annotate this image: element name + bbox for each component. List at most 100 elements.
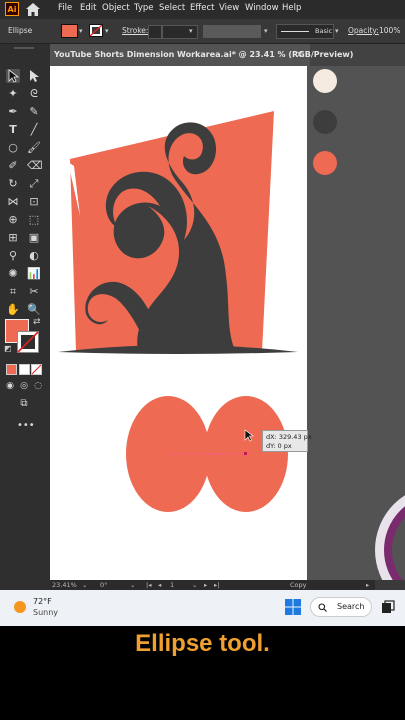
lasso-tool-icon[interactable]: ᘓ	[27, 87, 41, 101]
width-tool-icon[interactable]: ⋈	[6, 195, 20, 209]
edit-toolbar-icon[interactable]: •••	[17, 419, 35, 433]
search-label: Search	[337, 602, 365, 611]
menu-window[interactable]: Window	[245, 3, 279, 13]
graph-tool-icon[interactable]: 📊	[27, 267, 41, 281]
windows-start-icon[interactable]	[284, 598, 302, 616]
video-caption: Ellipse tool.	[135, 630, 270, 657]
opacity-label[interactable]: Opacity:	[348, 26, 379, 35]
color-mode-icon[interactable]	[6, 364, 17, 375]
panel-grip[interactable]	[14, 47, 34, 49]
home-icon[interactable]	[25, 2, 41, 17]
hand-tool-icon[interactable]: ✋	[6, 303, 20, 317]
direct-selection-tool-icon[interactable]	[27, 69, 41, 83]
stroke-weight-stepper[interactable]	[148, 25, 162, 39]
type-tool-icon[interactable]: T	[6, 123, 20, 137]
task-view-icon[interactable]	[381, 600, 395, 614]
weather-description[interactable]: Sunny	[33, 608, 58, 617]
menu-help[interactable]: Help	[282, 3, 301, 13]
blend-tool-icon[interactable]: ◐	[27, 249, 41, 263]
stroke-dropdown-icon[interactable]: ▾	[105, 28, 112, 35]
live-paint-tool-icon[interactable]: ⬚	[27, 213, 41, 227]
none-mode-icon[interactable]	[31, 364, 42, 375]
decorative-arc	[375, 495, 405, 580]
zoom-level[interactable]: 23.41%	[52, 580, 77, 590]
menu-effect[interactable]: Effect	[190, 3, 214, 13]
artboard[interactable]	[50, 66, 307, 580]
free-transform-tool-icon[interactable]: ⊡	[27, 195, 41, 209]
line-tool-icon[interactable]: ╱	[27, 123, 41, 137]
gradient-tool-icon[interactable]: ▣	[27, 231, 41, 245]
shaper-tool-icon[interactable]: ✐	[6, 159, 20, 173]
gradient-mode-icon[interactable]	[19, 364, 30, 375]
tools-panel: ✦ ᘓ ✒ ✎ T ╱ ○ 🖌 ✐ ⌫ ↻ ⤢ ⋈ ⊡ ⊕ ⬚ ⊞ ▣ ⚲ ◐ …	[0, 44, 50, 590]
selection-tool-icon[interactable]	[6, 69, 20, 83]
prev-artboard-icon[interactable]: ◂	[158, 580, 161, 590]
draw-normal-icon[interactable]: ◉	[3, 379, 17, 393]
opacity-value[interactable]: 100%	[379, 26, 400, 35]
paintbrush-tool-icon[interactable]: 🖌	[27, 141, 41, 155]
draw-behind-icon[interactable]: ◎	[17, 379, 31, 393]
swatch-cream[interactable]	[313, 69, 337, 93]
default-colors-icon[interactable]: ◩	[4, 344, 12, 353]
menu-select[interactable]: Select	[159, 3, 185, 13]
menu-type[interactable]: Type	[134, 3, 154, 13]
slice-tool-icon[interactable]: ✂	[27, 285, 41, 299]
close-tab-icon[interactable]: ×	[296, 44, 306, 66]
document-tab[interactable]: YouTube Shorts Dimension Workarea.ai* @ …	[50, 44, 353, 66]
tooltip-dx: dX: 329.43 px	[266, 433, 312, 441]
weather-temperature[interactable]: 72°F	[33, 597, 52, 606]
menu-view[interactable]: View	[219, 3, 239, 13]
eraser-tool-icon[interactable]: ⌫	[27, 159, 43, 173]
screen-mode-icon[interactable]: ⧉	[17, 397, 31, 411]
menu-object[interactable]: Object	[102, 3, 130, 13]
artboard-tool-icon[interactable]: ⌗	[6, 285, 20, 299]
magic-wand-tool-icon[interactable]: ✦	[6, 87, 20, 101]
stroke-color-box[interactable]	[17, 331, 39, 353]
artwork[interactable]	[50, 66, 307, 580]
zoom-tool-icon[interactable]: 🔍	[27, 303, 41, 317]
swap-colors-icon[interactable]: ⇄	[33, 317, 41, 327]
ellipse-tool-icon[interactable]: ○	[6, 141, 20, 155]
stroke-swatch-icon[interactable]	[89, 24, 103, 37]
sun-icon[interactable]	[14, 601, 26, 613]
menu-edit[interactable]: Edit	[80, 3, 96, 13]
search-icon	[318, 603, 327, 612]
swatch-dark-gray[interactable]	[313, 110, 337, 134]
artboard-dropdown-icon[interactable]: ⌄	[192, 580, 197, 590]
tooltip-dy: dY: 0 px	[266, 442, 292, 450]
smart-guide-anchor	[244, 452, 247, 455]
stroke-label[interactable]: Stroke:	[122, 26, 148, 35]
status-bar: 23.41% ⌄ 0° ⌄ |◂ ◂ 1 ⌄ ▸ ▸| Copy ▸	[50, 580, 375, 590]
eyedropper-tool-icon[interactable]: ⚲	[6, 249, 20, 263]
variable-width-profile[interactable]	[203, 25, 261, 38]
zoom-dropdown-icon[interactable]: ⌄	[82, 580, 87, 590]
curvature-tool-icon[interactable]: ✎	[27, 105, 41, 119]
last-artboard-icon[interactable]: ▸|	[214, 580, 219, 590]
brush-definition[interactable]: Basic	[276, 24, 334, 39]
horizontal-scrollbar[interactable]	[375, 580, 405, 590]
artboard-number[interactable]: 1	[170, 580, 174, 590]
draw-inside-icon[interactable]: ◌	[31, 379, 45, 393]
rotation-value[interactable]: 0°	[100, 580, 107, 590]
status-arrow-icon[interactable]: ▸	[366, 580, 369, 590]
fill-swatch[interactable]	[61, 24, 78, 38]
fill-dropdown-icon[interactable]: ▾	[79, 28, 86, 35]
menu-file[interactable]: File	[58, 3, 72, 13]
brush-label: Basic	[315, 27, 333, 35]
stroke-weight-dropdown-icon[interactable]: ▾	[189, 28, 196, 35]
first-artboard-icon[interactable]: |◂	[146, 580, 151, 590]
rotate-tool-icon[interactable]: ↻	[6, 177, 20, 191]
menu-bar: Ai File Edit Object Type Select Effect V…	[0, 0, 405, 19]
rotation-dropdown-icon[interactable]: ⌄	[130, 580, 135, 590]
pen-tool-icon[interactable]: ✒	[6, 105, 20, 119]
profile-dropdown-icon[interactable]: ▾	[264, 28, 271, 35]
brush-dropdown-icon[interactable]: ▾	[335, 28, 342, 35]
next-artboard-icon[interactable]: ▸	[204, 580, 207, 590]
swatch-coral[interactable]	[313, 151, 337, 175]
symbol-sprayer-tool-icon[interactable]: ✺	[6, 267, 20, 281]
taskbar-search-button[interactable]: Search	[310, 597, 372, 617]
mesh-tool-icon[interactable]: ⊞	[6, 231, 20, 245]
shape-builder-tool-icon[interactable]: ⊕	[6, 213, 20, 227]
scale-tool-icon[interactable]: ⤢	[27, 177, 41, 191]
status-mode: Copy	[290, 581, 307, 589]
